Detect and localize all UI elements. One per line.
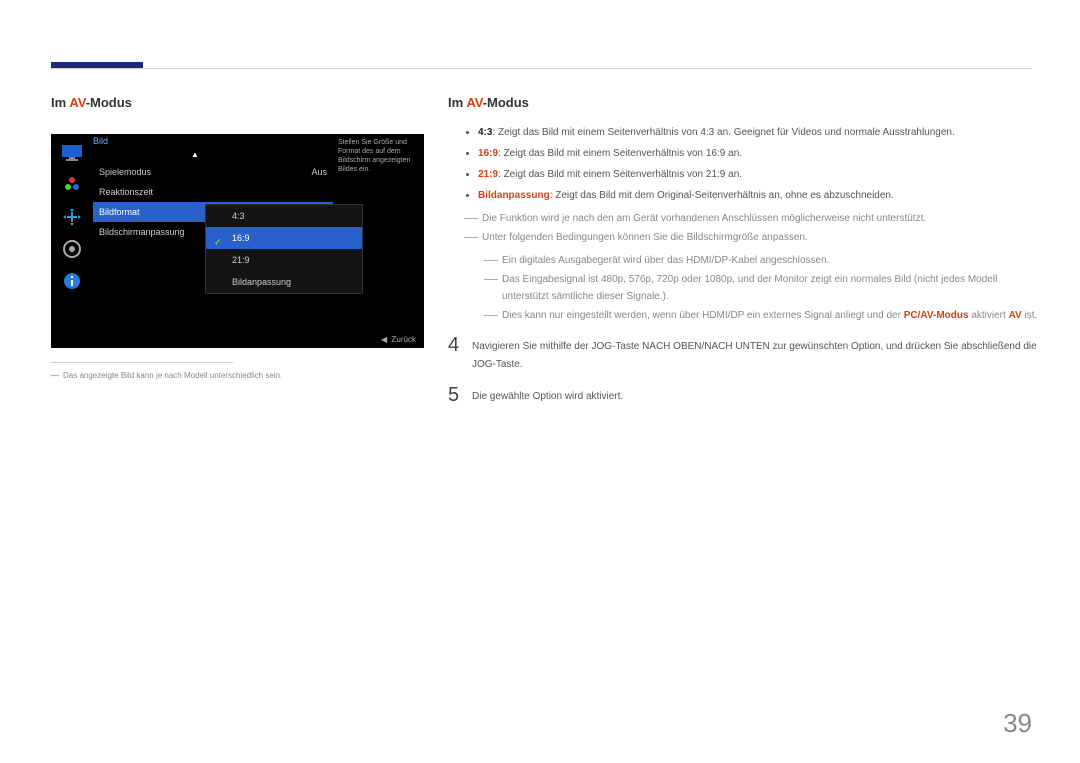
check-icon: ✓ [214, 231, 226, 243]
dash-icon: ― [464, 210, 482, 227]
note-text: Die Funktion wird je nach den am Gerät v… [482, 210, 926, 227]
subnotes: ―Ein digitales Ausgabegerät wird über da… [484, 252, 1038, 324]
monitor-icon [61, 142, 83, 164]
osd-sub-label: 4:3 [232, 211, 245, 221]
osd-row-label: Bildformat [99, 202, 140, 222]
step-text: Die gewählte Option wird aktiviert. [472, 384, 623, 407]
subnote-bold: AV [1009, 310, 1022, 321]
osd-sub-label: 21:9 [232, 255, 250, 265]
info-icon [61, 270, 83, 292]
step-number: 4 [448, 334, 472, 374]
bullet-item: Bildanpassung: Zeigt das Bild mit dem Or… [478, 187, 1038, 204]
osd-row: Reaktionszeit [93, 182, 333, 202]
dash-icon: ― [484, 307, 502, 324]
bullet-bold: Bildanpassung [478, 190, 550, 201]
caption-rule [51, 362, 233, 363]
bullet-bold: 16:9 [478, 148, 498, 159]
bullet-item: 4:3: Zeigt das Bild mit einem Seitenverh… [478, 124, 1038, 141]
bullet-item: 21:9: Zeigt das Bild mit einem Seitenver… [478, 166, 1038, 183]
osd-title: Bild [93, 136, 108, 146]
step-text: Navigieren Sie mithilfe der JOG-Taste NA… [472, 334, 1038, 374]
subnote-pre: Dies kann nur eingestellt werden, wenn ü… [502, 310, 904, 321]
note-row: ―Die Funktion wird je nach den am Gerät … [464, 210, 1038, 227]
left-column: Im AV-Modus Bild ▲ Stellen Sie Größe und… [51, 95, 431, 380]
image-caption: ― Das angezeigte Bild kann je nach Modell… [51, 371, 431, 380]
horizontal-rule [51, 68, 1032, 69]
gear-icon [61, 238, 83, 260]
osd-row-value: Aus [311, 162, 327, 182]
step-row: 4 Navigieren Sie mithilfe der JOG-Taste … [448, 334, 1038, 374]
subnote-text: Das Eingabesignal ist 480p, 576p, 720p o… [502, 271, 1038, 305]
osd-screenshot: Bild ▲ Stellen Sie Größe und Format des … [51, 134, 424, 348]
heading-av: AV [466, 95, 482, 110]
right-column: Im AV-Modus 4:3: Zeigt das Bild mit eine… [448, 95, 1038, 407]
subnote-text: Ein digitales Ausgabegerät wird über das… [502, 252, 829, 269]
subnote-row: ―Dies kann nur eingestellt werden, wenn … [484, 307, 1038, 324]
osd-sub-row: 4:3 [206, 205, 362, 227]
color-icon [61, 174, 83, 196]
osd-icon-column [57, 142, 87, 340]
right-heading: Im AV-Modus [448, 95, 1038, 110]
osd-help-text: Stellen Sie Größe und Format des auf dem… [338, 138, 418, 174]
bullet-text: : Zeigt das Bild mit einem Seitenverhält… [498, 148, 742, 159]
note-text: Unter folgenden Bedingungen können Sie d… [482, 229, 808, 246]
move-icon [61, 206, 83, 228]
step-row: 5 Die gewählte Option wird aktiviert. [448, 384, 1038, 407]
subnote-mid: aktiviert [969, 310, 1009, 321]
subnote-row: ―Das Eingabesignal ist 480p, 576p, 720p … [484, 271, 1038, 305]
bullet-text: : Zeigt das Bild mit dem Original-Seiten… [550, 190, 894, 201]
subnote-text: Dies kann nur eingestellt werden, wenn ü… [502, 307, 1037, 324]
dash-icon: ― [464, 229, 482, 246]
up-arrow-icon: ▲ [191, 150, 199, 159]
caption-text: Das angezeigte Bild kann je nach Modell … [63, 371, 282, 380]
bullet-bold: 4:3 [478, 127, 492, 138]
bullet-item: 16:9: Zeigt das Bild mit einem Seitenver… [478, 145, 1038, 162]
osd-sub-row: 21:9 [206, 249, 362, 271]
bullet-list: 4:3: Zeigt das Bild mit einem Seitenverh… [478, 124, 1038, 204]
bullet-text: : Zeigt das Bild mit einem Seitenverhält… [492, 127, 954, 138]
osd-row-label: Reaktionszeit [99, 182, 153, 202]
osd-sub-row: Bildanpassung [206, 271, 362, 293]
subnote-bold: PC/AV-Modus [904, 310, 969, 321]
note-row: ―Unter folgenden Bedingungen können Sie … [464, 229, 1038, 246]
subnote-post: ist. [1022, 310, 1038, 321]
subnote-row: ―Ein digitales Ausgabegerät wird über da… [484, 252, 1038, 269]
osd-sub-label: Bildanpassung [232, 277, 291, 287]
osd-row-label: Spielemodus [99, 162, 151, 182]
heading-av: AV [69, 95, 85, 110]
osd-sub-row-selected: ✓ 16:9 [206, 227, 362, 249]
heading-prefix: Im [51, 95, 69, 110]
osd-sub-label: 16:9 [232, 233, 250, 243]
osd-back: ◀ Zurück [381, 335, 416, 344]
back-label: Zurück [392, 335, 416, 344]
back-arrow-icon: ◀ [381, 335, 392, 344]
dash-icon: ― [484, 271, 502, 305]
osd-row: Spielemodus Aus [93, 162, 333, 182]
dash-icon: ― [484, 252, 502, 269]
heading-prefix: Im [448, 95, 466, 110]
step-number: 5 [448, 384, 472, 407]
heading-suffix: -Modus [483, 95, 529, 110]
bullet-bold: 21:9 [478, 169, 498, 180]
osd-row-label: Bildschirmanpassung [99, 222, 185, 242]
notes: ―Die Funktion wird je nach den am Gerät … [464, 210, 1038, 246]
heading-suffix: -Modus [86, 95, 132, 110]
bullet-text: : Zeigt das Bild mit einem Seitenverhält… [498, 169, 742, 180]
left-heading: Im AV-Modus [51, 95, 431, 110]
osd-submenu: 4:3 ✓ 16:9 21:9 Bildanpassung [205, 204, 363, 294]
page-number: 39 [1003, 708, 1032, 739]
dash-icon: ― [51, 371, 59, 380]
